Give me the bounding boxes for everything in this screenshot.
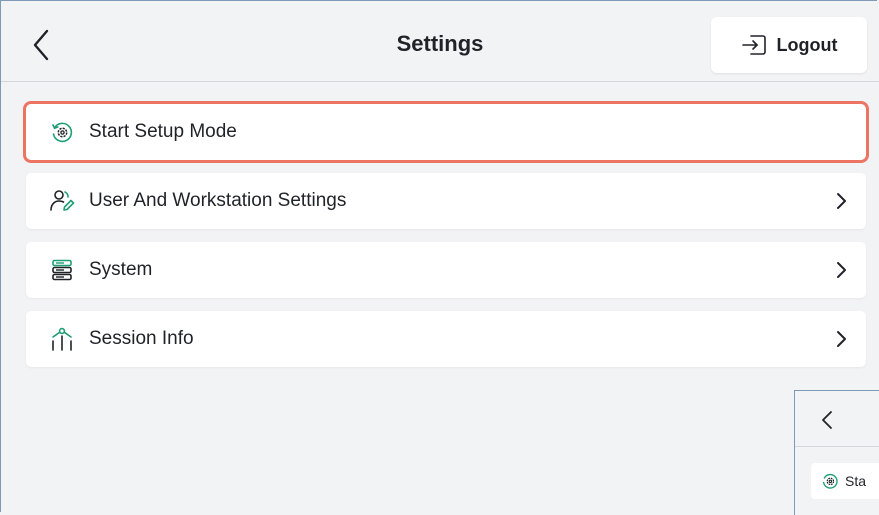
menu-item-start-setup-mode[interactable]: Start Setup Mode <box>26 104 866 160</box>
menu-item-user-workstation-settings[interactable]: User And Workstation Settings <box>26 173 866 229</box>
chevron-right-icon <box>837 193 846 209</box>
thumbnail-label: Sta <box>845 473 867 489</box>
menu-item-label: Start Setup Mode <box>89 121 237 142</box>
screen-thumbnail: Sta <box>794 390 879 515</box>
logout-icon <box>741 35 766 55</box>
back-chevron-icon <box>822 411 832 429</box>
header-bar: Settings Logout <box>1 1 879 82</box>
chevron-right-icon <box>837 262 846 278</box>
server-icon <box>49 257 75 283</box>
setup-mode-icon <box>49 119 75 145</box>
thumbnail-menu-item: Sta <box>811 463 879 499</box>
logout-label: Logout <box>776 34 838 55</box>
session-info-icon <box>49 326 75 352</box>
menu-item-label: Session Info <box>89 328 194 349</box>
user-edit-icon <box>49 188 75 214</box>
menu-item-session-info[interactable]: Session Info <box>26 311 866 367</box>
chevron-right-icon <box>837 331 846 347</box>
menu-item-label: User And Workstation Settings <box>89 190 347 211</box>
thumbnail-header <box>795 391 879 447</box>
setup-mode-icon <box>822 473 838 489</box>
menu-item-system[interactable]: System <box>26 242 866 298</box>
menu-item-label: System <box>89 259 153 280</box>
settings-menu: Start Setup Mode User And Workstation Se… <box>26 104 866 380</box>
logout-button[interactable]: Logout <box>711 17 867 73</box>
